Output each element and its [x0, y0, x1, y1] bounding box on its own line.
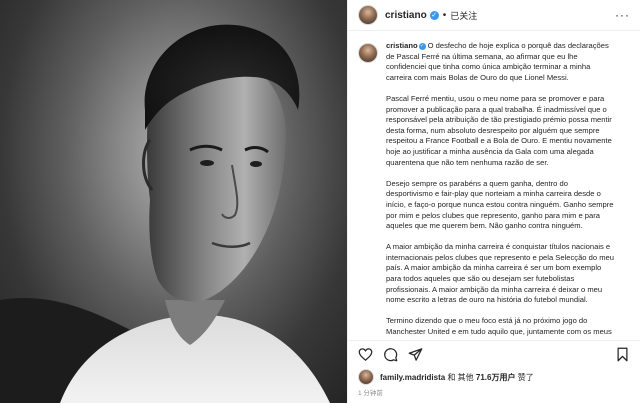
likes-text: family.madridista 和 其他 71.6万用户 赞了	[380, 372, 534, 383]
author-avatar[interactable]	[358, 5, 378, 25]
share-icon[interactable]	[408, 347, 423, 362]
heart-icon[interactable]	[358, 347, 373, 362]
post-timestamp[interactable]: 1 分钟前	[348, 387, 640, 403]
caption-author-username[interactable]: cristiano	[386, 41, 418, 50]
following-button[interactable]: 已关注	[450, 9, 477, 22]
caption-paragraph: cristiano ✓ O desfecho de hoje explica o p…	[386, 41, 616, 83]
caption-paragraph: Termino dizendo que o meu foco está já n…	[386, 316, 612, 337]
caption-paragraph: Desejo sempre os parabéns a quem ganha, …	[386, 178, 614, 231]
separator-dot: •	[442, 9, 447, 21]
post-header: cristiano ✓ • 已关注 ···	[348, 0, 640, 31]
bookmark-icon[interactable]	[615, 347, 630, 362]
caption-verified-icon: ✓	[418, 42, 426, 50]
caption-paragraph: Pascal Ferré mentiu, usou o meu nome par…	[386, 93, 612, 167]
caption-section: cristiano ✓ O desfecho de hoje explica o p…	[348, 31, 640, 340]
portrait-illustration	[0, 24, 330, 403]
post-photo[interactable]	[0, 0, 347, 403]
likes-middle-text: 和 其他	[445, 372, 476, 382]
liker-avatar[interactable]	[358, 369, 374, 385]
caption-paragraph: A maior ambição da minha carreira é conq…	[386, 242, 614, 305]
first-liker-username[interactable]: family.madridista	[380, 373, 445, 382]
more-options-icon[interactable]: ···	[615, 8, 630, 22]
likes-summary: family.madridista 和 其他 71.6万用户 赞了	[348, 367, 640, 387]
likes-count[interactable]: 71.6万用户	[476, 373, 516, 382]
instagram-post: cristiano ✓ • 已关注 ··· cristiano ✓ O desfec…	[0, 0, 640, 403]
caption-text: cristiano ✓ O desfecho de hoje explica o p…	[386, 41, 616, 340]
likes-suffix: 赞了	[515, 372, 534, 382]
post-side-panel: cristiano ✓ • 已关注 ··· cristiano ✓ O desfec…	[347, 0, 640, 403]
comment-icon[interactable]	[383, 347, 398, 362]
verified-badge-icon: ✓	[429, 10, 439, 20]
action-bar	[348, 340, 640, 367]
author-username[interactable]: cristiano	[385, 10, 427, 21]
caption-author-avatar[interactable]	[358, 43, 378, 63]
